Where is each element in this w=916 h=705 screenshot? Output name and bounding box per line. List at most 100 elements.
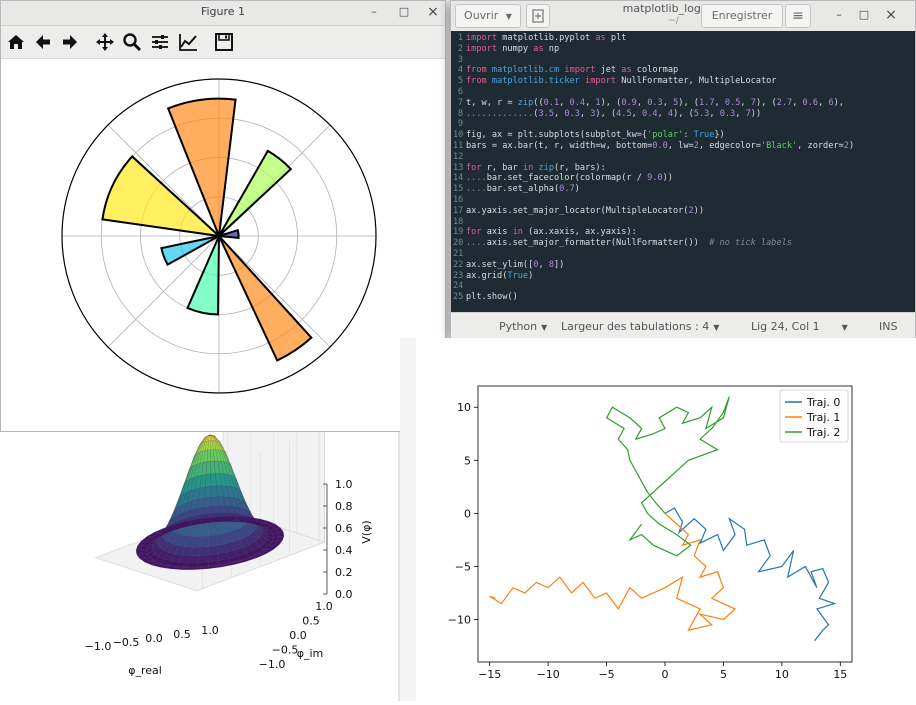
code-line[interactable]: ax.yaxis.set_major_locator(MultipleLocat… [466, 206, 704, 216]
z-tick-label: 0.2 [335, 566, 353, 579]
code-line[interactable]: ....bar.set_facecolor(colormap(r / 9.0)) [466, 173, 673, 183]
editor-close-button[interactable]: × [882, 6, 900, 24]
new-document-icon[interactable] [526, 4, 550, 28]
code-line[interactable]: for r, bar in zip(r, bars): [466, 163, 606, 173]
figure-titlebar[interactable]: Figure 1 – □ × [1, 1, 445, 26]
surface-patch [197, 561, 209, 568]
z-tick-label: 0.0 [335, 588, 353, 601]
code-line[interactable]: import numpy as np [466, 44, 559, 54]
line-number: 22 [453, 259, 464, 270]
line-number: 5 [457, 76, 463, 87]
language-selector[interactable]: Python ▼ [499, 320, 547, 333]
surface-patch [208, 553, 219, 562]
z-tick-label: 0.8 [335, 500, 353, 513]
line-number: 4 [457, 65, 463, 76]
code-line[interactable]: from matplotlib.ticker import NullFormat… [466, 76, 776, 86]
polar-bar [218, 235, 313, 362]
line-number: 6 [457, 87, 463, 97]
y-tick-label: 0 [464, 507, 471, 520]
pan-icon[interactable] [94, 31, 116, 53]
code-line[interactable]: from matplotlib.cm import jet as colorma… [466, 65, 678, 75]
z-tick-label: 1.0 [335, 478, 353, 491]
save-button[interactable]: Enregistrer [701, 4, 783, 28]
surface-patch [216, 543, 227, 554]
x-tick-label: 5 [720, 668, 727, 681]
legend-label: Traj. 0 [806, 396, 840, 409]
pane-gap [400, 338, 416, 701]
line-number: 11 [453, 141, 464, 151]
back-icon[interactable] [32, 31, 54, 53]
menu-icon[interactable]: ≡ [785, 4, 811, 28]
editor-maximize-button[interactable]: □ [855, 6, 873, 24]
maximize-button[interactable]: □ [395, 3, 413, 21]
x-tick-label: 15 [833, 668, 847, 681]
code-line[interactable]: bars = ax.bar(t, r, width=w, bottom=0.0,… [466, 141, 854, 151]
surface-patch [198, 555, 209, 563]
close-button[interactable]: × [424, 3, 442, 21]
code-line[interactable]: ....axis.set_major_formatter(NullFormatt… [466, 238, 792, 248]
code-line[interactable]: .............(3.5, 0.3, 3), (4.5, 0.4, 4… [466, 109, 761, 119]
forward-icon[interactable] [59, 31, 81, 53]
line-number: 12 [453, 151, 464, 162]
line-number: 3 [457, 54, 463, 65]
home-icon[interactable] [5, 31, 27, 53]
line-number: 8 [457, 108, 463, 119]
x-tick-label: −10 [537, 668, 560, 681]
surface-patch [223, 516, 238, 519]
language-label: Python [499, 320, 538, 333]
y-tick-label: 10 [457, 401, 471, 414]
insert-mode: INS [879, 320, 898, 333]
save-icon[interactable] [213, 31, 235, 53]
line-number: 21 [453, 249, 464, 259]
open-label: Ouvrir [464, 9, 499, 22]
editor-minimize-button[interactable]: – [830, 6, 848, 24]
surface-patch [203, 497, 212, 508]
x-tick-label: −0.5 [113, 636, 140, 649]
editor-header[interactable]: Ouvrir ▼ matplotlib_logo.py ~/ Enregistr… [451, 1, 915, 32]
line-number: 10 [453, 130, 464, 141]
trajectory-plot-pane: −15 −10 −5 0 5 10 15 10 5 0 −5 −10 Traj. 0 Traj. 1 Tra… [416, 338, 916, 701]
line-number: 9 [457, 119, 463, 130]
surface-patch [208, 534, 218, 547]
code-line[interactable]: plt.show() [466, 292, 518, 302]
surface-patch [135, 549, 143, 555]
code-editor[interactable]: 1 import matplotlib.pyplot as plt 2 import … [451, 31, 915, 312]
y-tick-label: −0.5 [272, 644, 299, 657]
surface-patch [186, 562, 199, 568]
surface-patch [205, 473, 211, 488]
surface-patch [210, 473, 217, 487]
configure-subplots-icon[interactable] [149, 31, 171, 53]
code-line[interactable]: ....bar.set_alpha(0.7) [466, 184, 580, 194]
minimize-button[interactable]: – [365, 3, 383, 21]
z-axis-label: V(φ) [360, 520, 373, 543]
chevron-down-icon: ▼ [541, 323, 548, 332]
x-axis-label: φ_real [128, 664, 162, 677]
surface-patch [199, 546, 209, 556]
line-number: 18 [453, 216, 464, 227]
line-number: 16 [453, 195, 464, 205]
open-button[interactable]: Ouvrir ▼ [455, 4, 521, 28]
line-number: 2 [457, 43, 463, 54]
line-number: 7 [457, 97, 463, 108]
code-line[interactable]: for axis in (ax.xaxis, ax.yaxis): [466, 227, 637, 237]
surface-patch [211, 506, 220, 514]
zoom-icon[interactable] [121, 31, 143, 53]
tab-width-selector[interactable]: Largeur des tabulations : 4 ▼ [561, 320, 719, 333]
line-number: 20 [453, 238, 464, 249]
cursor-position[interactable]: Lig 24, Col 1 ▼ [751, 320, 848, 333]
code-line[interactable]: import matplotlib.pyplot as plt [466, 33, 626, 43]
y-tick-label: 0.0 [289, 629, 307, 642]
code-line[interactable]: fig, ax = plt.subplots(subplot_kw={'pola… [466, 130, 725, 140]
edit-curves-icon[interactable] [177, 31, 199, 53]
code-line[interactable]: ax.set_ylim([0, 8]) [466, 260, 564, 270]
surface-patch [141, 549, 148, 555]
code-line[interactable]: t, w, r = zip((0.1, 0.4, 1), (0.9, 0.3, … [466, 98, 844, 108]
code-line[interactable]: ax.grid(True) [466, 271, 533, 281]
trajectory-plot: −15 −10 −5 0 5 10 15 10 5 0 −5 −10 Traj. 0 Traj. 1 Tra… [448, 385, 853, 681]
polar-bar-chart [61, 78, 377, 394]
y-axis-label: φ_im [297, 647, 324, 660]
line-number: 24 [453, 281, 464, 292]
surface-patch [202, 506, 212, 515]
surface-patch [182, 567, 197, 570]
legend-label: Traj. 1 [806, 411, 840, 424]
